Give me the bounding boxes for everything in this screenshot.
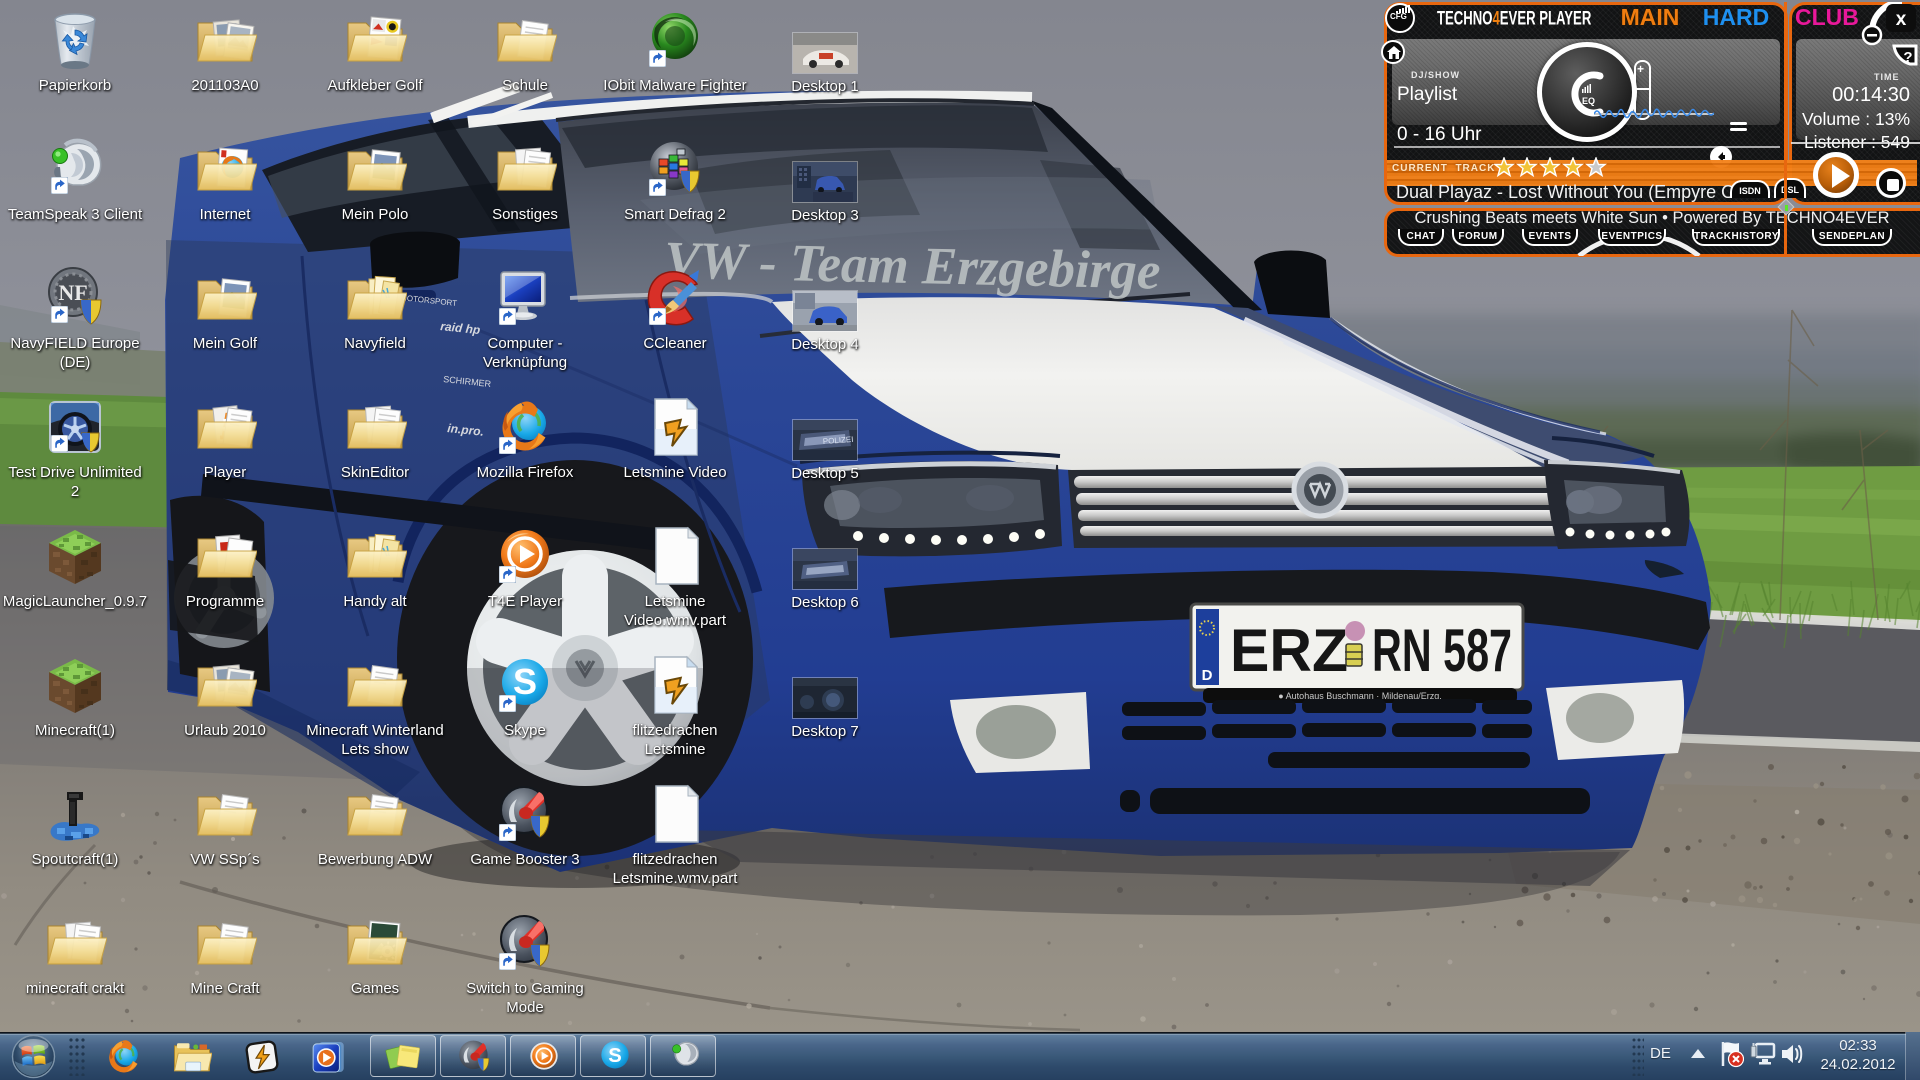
svg-text:RN 587: RN 587 xyxy=(1372,617,1512,684)
svg-text:D: D xyxy=(1202,667,1213,684)
svg-text:S: S xyxy=(608,1045,621,1067)
svg-text:ERZ: ERZ xyxy=(1230,617,1348,684)
